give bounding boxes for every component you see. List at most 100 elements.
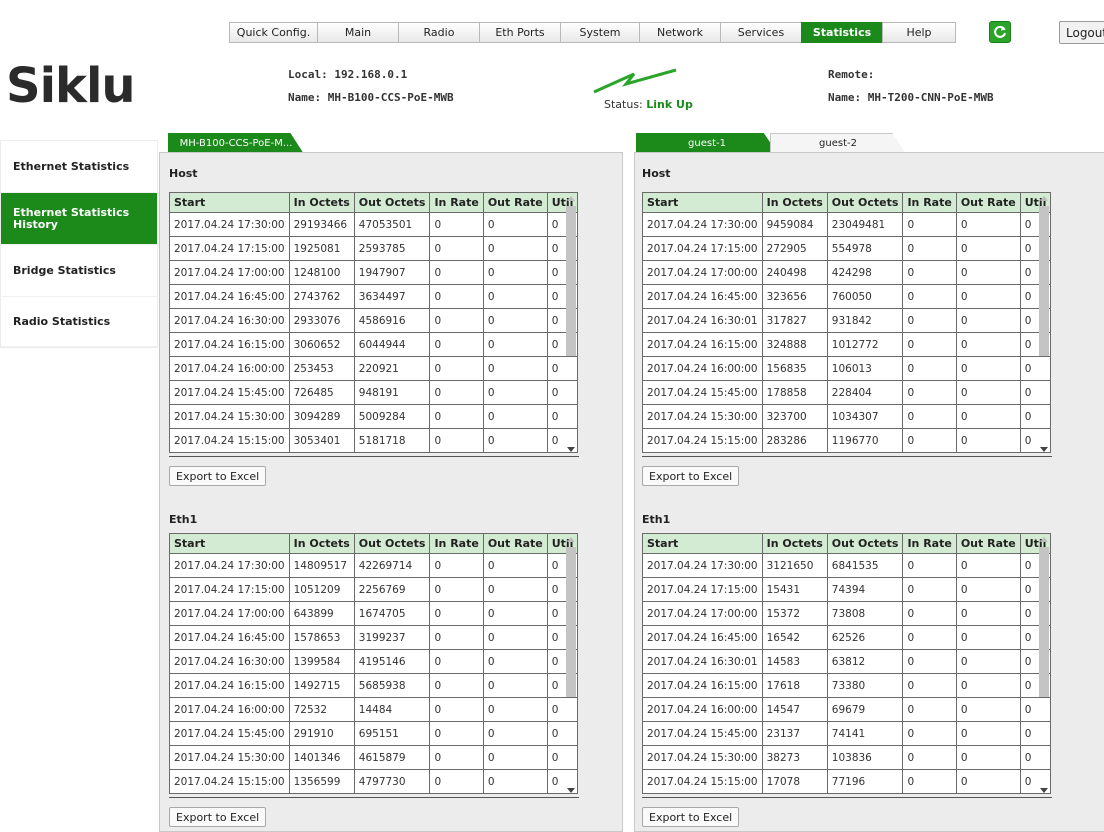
column-header[interactable]: In Rate: [429, 192, 484, 213]
table-cell: 0: [482, 428, 548, 453]
table-row: 2017.04.24 15:45:00 291910 695151 0 0 0: [169, 721, 579, 746]
table-cell: 2017.04.24 16:00:00: [642, 356, 763, 381]
column-header[interactable]: In Rate: [429, 533, 484, 554]
tab-eth-ports[interactable]: Eth Ports: [479, 22, 561, 43]
column-header[interactable]: In Rate: [902, 533, 957, 554]
status-value: Link Up: [646, 98, 693, 111]
table-header-row: Start In Octets Out Octets In Rate Out Rate U…: [642, 533, 1052, 554]
tab-main[interactable]: Main: [317, 22, 399, 43]
table-cell: 2017.04.24 17:00:00: [169, 601, 290, 626]
tab-statistics[interactable]: Statistics: [801, 22, 883, 43]
eth1-table: Start In Octets Out Octets In Rate Out Rate U…: [642, 533, 1052, 794]
scrollbar[interactable]: [563, 533, 579, 797]
sidebar-item-ethernet-statistics-history[interactable]: Ethernet Statistics History: [1, 193, 157, 245]
table-cell: 2017.04.24 17:15:00: [169, 577, 290, 602]
table-cell: 14547: [761, 697, 828, 722]
table-header-row: Start In Octets Out Octets In Rate Out Rate U…: [169, 533, 579, 554]
table-cell: 324888: [761, 332, 828, 357]
column-header[interactable]: Out Rate: [482, 533, 548, 554]
tab-network[interactable]: Network: [639, 22, 721, 43]
table-cell: 0: [482, 284, 548, 309]
table-cell: 77196: [826, 769, 904, 794]
column-header[interactable]: Start: [169, 192, 290, 213]
column-header[interactable]: Out Rate: [482, 192, 548, 213]
column-header[interactable]: Start: [169, 533, 290, 554]
table-cell: 0: [955, 721, 1021, 746]
tab-radio[interactable]: Radio: [398, 22, 480, 43]
logout-button[interactable]: Logout: [1059, 21, 1104, 44]
table-cell: 931842: [826, 308, 904, 333]
table-cell: 0: [482, 673, 548, 698]
table-cell: 0: [955, 356, 1021, 381]
table-row: 2017.04.24 16:00:00 72532 14484 0 0 0: [169, 697, 579, 722]
table-cell: 0: [482, 356, 548, 381]
table-row: 2017.04.24 16:30:00 1399584 4195146 0 0 0: [169, 649, 579, 674]
table-cell: 0: [429, 236, 484, 261]
tab-help[interactable]: Help: [882, 22, 956, 43]
column-header[interactable]: Out Rate: [955, 192, 1021, 213]
tab-quick-config[interactable]: Quick Config.: [229, 22, 318, 43]
table-cell: 69679: [826, 697, 904, 722]
column-header[interactable]: Out Octets: [826, 533, 904, 554]
column-header[interactable]: In Octets: [761, 192, 828, 213]
table-row: 2017.04.24 16:15:00 1492715 5685938 0 0 0: [169, 673, 579, 698]
table-cell: 0: [429, 697, 484, 722]
table-cell: 0: [482, 553, 548, 578]
table-cell: 0: [902, 673, 957, 698]
table-cell: 424298: [826, 260, 904, 285]
host-title: Host: [642, 167, 671, 180]
tab-local-device[interactable]: MH-B100-CCS-PoE-M...: [168, 133, 304, 154]
table-cell: 1356599: [288, 769, 355, 794]
local-ip: Local: 192.168.0.1: [288, 68, 408, 81]
column-header[interactable]: In Rate: [902, 192, 957, 213]
table-cell: 4615879: [353, 745, 431, 770]
tab-guest-1[interactable]: guest-1: [636, 133, 778, 154]
column-header[interactable]: In Octets: [288, 192, 355, 213]
tab-services[interactable]: Services: [720, 22, 802, 43]
eth1-table-container: Start In Octets Out Octets In Rate Out Rate U…: [169, 533, 579, 798]
scrollbar[interactable]: [1036, 533, 1052, 797]
export-to-excel-button[interactable]: Export to Excel: [642, 807, 740, 827]
scrollbar[interactable]: [1036, 192, 1052, 456]
table-cell: 2017.04.24 17:15:00: [642, 577, 763, 602]
table-cell: 3121650: [761, 553, 828, 578]
column-header[interactable]: Out Octets: [353, 533, 431, 554]
sidebar-item-radio-statistics[interactable]: Radio Statistics: [1, 297, 157, 347]
table-cell: 106013: [826, 356, 904, 381]
table-cell: 0: [955, 380, 1021, 405]
table-cell: 4797730: [353, 769, 431, 794]
column-header[interactable]: Start: [642, 192, 763, 213]
tab-guest-2[interactable]: guest-2: [770, 133, 906, 154]
table-cell: 5181718: [353, 428, 431, 453]
column-header[interactable]: Start: [642, 533, 763, 554]
table-cell: 0: [429, 308, 484, 333]
refresh-button[interactable]: [989, 21, 1011, 43]
table-cell: 0: [955, 284, 1021, 309]
table-cell: 73380: [826, 673, 904, 698]
table-cell: 47053501: [353, 212, 431, 237]
table-cell: 3053401: [288, 428, 355, 453]
column-header[interactable]: Out Octets: [826, 192, 904, 213]
local-name: Name: MH-B100-CCS-PoE-MWB: [288, 91, 454, 104]
column-header[interactable]: Out Octets: [353, 192, 431, 213]
table-cell: 0: [482, 697, 548, 722]
table-row: 2017.04.24 16:45:00 1578653 3199237 0 0 0: [169, 625, 579, 650]
top-nav: Quick Config. Main Radio Eth Ports Syste…: [229, 22, 956, 43]
sidebar-item-ethernet-statistics[interactable]: Ethernet Statistics: [1, 141, 157, 193]
table-cell: 643899: [288, 601, 355, 626]
column-header[interactable]: In Octets: [761, 533, 828, 554]
tab-system[interactable]: System: [560, 22, 640, 43]
table-cell: 2017.04.24 15:30:00: [642, 404, 763, 429]
table-cell: 272905: [761, 236, 828, 261]
export-to-excel-button[interactable]: Export to Excel: [642, 466, 740, 486]
table-cell: 0: [482, 260, 548, 285]
export-to-excel-button[interactable]: Export to Excel: [169, 466, 267, 486]
table-cell: 2017.04.24 16:15:00: [169, 673, 290, 698]
scrollbar[interactable]: [563, 192, 579, 456]
table-cell: 0: [429, 284, 484, 309]
sidebar-item-bridge-statistics[interactable]: Bridge Statistics: [1, 245, 157, 297]
column-header[interactable]: Out Rate: [955, 533, 1021, 554]
export-to-excel-button[interactable]: Export to Excel: [169, 807, 267, 827]
table-row: 2017.04.24 17:15:00 1925081 2593785 0 0 0: [169, 236, 579, 261]
column-header[interactable]: In Octets: [288, 533, 355, 554]
